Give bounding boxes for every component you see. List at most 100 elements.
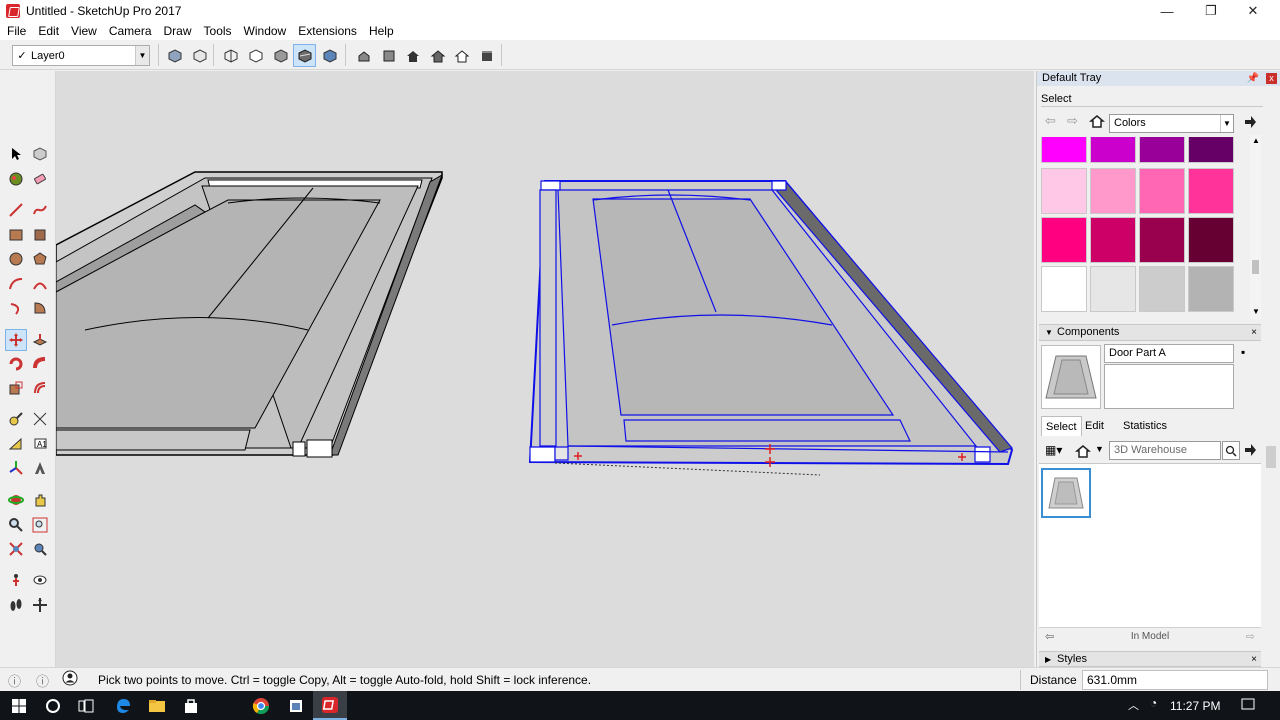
offset-tool-icon[interactable] [29, 377, 51, 399]
wireframe-icon[interactable] [219, 44, 242, 67]
system-clock[interactable]: 11:27 PM [1170, 699, 1220, 713]
tab-edit[interactable]: Edit [1081, 416, 1108, 436]
tab-select[interactable]: Select [1041, 416, 1082, 436]
monochrome-icon[interactable] [318, 44, 341, 67]
shaded-icon[interactable] [269, 44, 292, 67]
follow-me-icon[interactable] [29, 353, 51, 375]
position-camera-icon[interactable] [5, 569, 27, 591]
tray-scrollbar[interactable] [1262, 134, 1280, 667]
panel-close-icon[interactable]: × [1251, 325, 1257, 340]
notifications-icon[interactable] [1240, 696, 1256, 712]
menu-camera[interactable]: Camera [106, 24, 157, 38]
tab-statistics[interactable]: Statistics [1119, 416, 1171, 436]
component-options-icon[interactable]: ▪ [1241, 345, 1245, 359]
wifi-icon[interactable]: ◔ [1150, 696, 1157, 710]
freehand-icon[interactable] [29, 199, 51, 221]
polygon-tool-icon[interactable] [29, 248, 51, 270]
zoom-tool-icon[interactable] [5, 514, 27, 536]
color-swatch[interactable] [1090, 168, 1136, 214]
menu-view[interactable]: View [68, 24, 102, 38]
top-view-icon[interactable] [377, 44, 400, 67]
panel-close-icon[interactable]: × [1251, 652, 1257, 667]
model-viewport[interactable] [56, 71, 1034, 667]
look-around-icon[interactable] [29, 569, 51, 591]
eraser-icon[interactable] [29, 168, 51, 190]
geo-location-icon[interactable]: ⓘ [8, 671, 21, 690]
tray-chevron-icon[interactable]: ︿ [1128, 697, 1139, 713]
edge-browser-icon[interactable] [106, 691, 140, 720]
windows-start-icon[interactable] [2, 691, 36, 720]
rectangle-tool-icon[interactable] [5, 224, 27, 246]
dimension-icon[interactable] [29, 408, 51, 430]
three-point-arc-icon[interactable] [5, 297, 27, 319]
color-swatch[interactable] [1041, 217, 1087, 263]
back-arrow-icon[interactable]: ⇦ [1045, 113, 1056, 129]
rotate-tool-icon[interactable] [5, 353, 27, 375]
two-point-arc-icon[interactable] [29, 273, 51, 295]
color-swatch[interactable] [1188, 168, 1234, 214]
model-canvas[interactable] [56, 71, 1034, 667]
pin-icon[interactable]: 📌 [1247, 71, 1259, 86]
store-icon[interactable] [174, 691, 208, 720]
scroll-thumb[interactable] [1252, 260, 1259, 274]
measurements-input[interactable]: 631.0mm [1082, 670, 1268, 690]
make-component-icon[interactable] [29, 143, 51, 165]
component-item-door-part-a[interactable] [1041, 468, 1091, 518]
color-swatch[interactable] [1188, 217, 1234, 263]
scale-tool-icon[interactable] [5, 377, 27, 399]
warehouse-search-input[interactable]: 3D Warehouse [1109, 441, 1221, 460]
walk-tool-icon[interactable] [5, 594, 27, 616]
front-view-icon[interactable] [401, 44, 424, 67]
iso-view-icon[interactable] [352, 44, 375, 67]
previous-view-icon[interactable] [29, 538, 51, 560]
menu-edit[interactable]: Edit [35, 24, 64, 38]
layer-dropdown[interactable]: ✓ Layer0 ▼ [12, 45, 150, 66]
back-view-icon[interactable] [450, 44, 473, 67]
menu-help[interactable]: Help [366, 24, 399, 38]
styles-panel-header[interactable]: ▶ Styles × [1039, 651, 1261, 667]
color-swatch[interactable] [1041, 137, 1087, 163]
protractor-icon[interactable] [5, 433, 27, 455]
color-swatch[interactable] [1090, 137, 1136, 163]
color-swatch[interactable] [1139, 137, 1185, 163]
left-view-icon[interactable] [475, 44, 498, 67]
back-edges-icon[interactable] [188, 44, 211, 67]
select-tool-icon[interactable] [5, 143, 27, 165]
section-plane-icon[interactable] [29, 594, 51, 616]
forward-arrow-icon[interactable]: ⇨ [1246, 628, 1255, 646]
pie-tool-icon[interactable] [29, 297, 51, 319]
color-swatch[interactable] [1090, 217, 1136, 263]
view-options-icon[interactable]: ▦▾ [1045, 443, 1062, 457]
line-tool-icon[interactable] [5, 199, 27, 221]
color-swatch[interactable] [1139, 168, 1185, 214]
zoom-extents-icon[interactable] [5, 538, 27, 560]
menu-window[interactable]: Window [241, 24, 292, 38]
menu-draw[interactable]: Draw [161, 24, 197, 38]
menu-tools[interactable]: Tools [201, 24, 237, 38]
axes-tool-icon[interactable] [5, 457, 27, 479]
menu-extensions[interactable]: Extensions [295, 24, 362, 38]
search-icon[interactable] [1222, 441, 1240, 460]
back-arrow-icon[interactable]: ⇦ [1045, 628, 1054, 646]
cortana-search-icon[interactable] [36, 691, 70, 720]
app-window-icon[interactable] [279, 691, 313, 720]
close-button[interactable]: ✕ [1230, 0, 1276, 22]
swatch-scrollbar[interactable]: ▲ ▼ [1250, 135, 1261, 319]
chrome-icon[interactable] [244, 691, 278, 720]
color-swatch[interactable] [1090, 266, 1136, 312]
home-icon[interactable] [1074, 443, 1092, 459]
text-tool-icon[interactable]: A1 [29, 433, 51, 455]
scroll-down-icon[interactable]: ▼ [1252, 307, 1260, 316]
forward-arrow-icon[interactable]: ⇨ [1067, 113, 1078, 129]
component-name-field[interactable]: Door Part A [1104, 344, 1234, 363]
sketchup-taskbar-icon[interactable] [313, 691, 347, 720]
3d-text-icon[interactable] [29, 457, 51, 479]
menu-file[interactable]: File [4, 24, 31, 38]
xray-icon[interactable] [163, 44, 186, 67]
color-swatch[interactable] [1041, 266, 1087, 312]
zoom-window-icon[interactable] [29, 514, 51, 536]
color-swatch[interactable] [1139, 217, 1185, 263]
navigation-dropdown-icon[interactable]: ▼ [1095, 444, 1104, 454]
tray-scroll-thumb[interactable] [1266, 446, 1276, 468]
user-icon[interactable] [62, 670, 78, 686]
